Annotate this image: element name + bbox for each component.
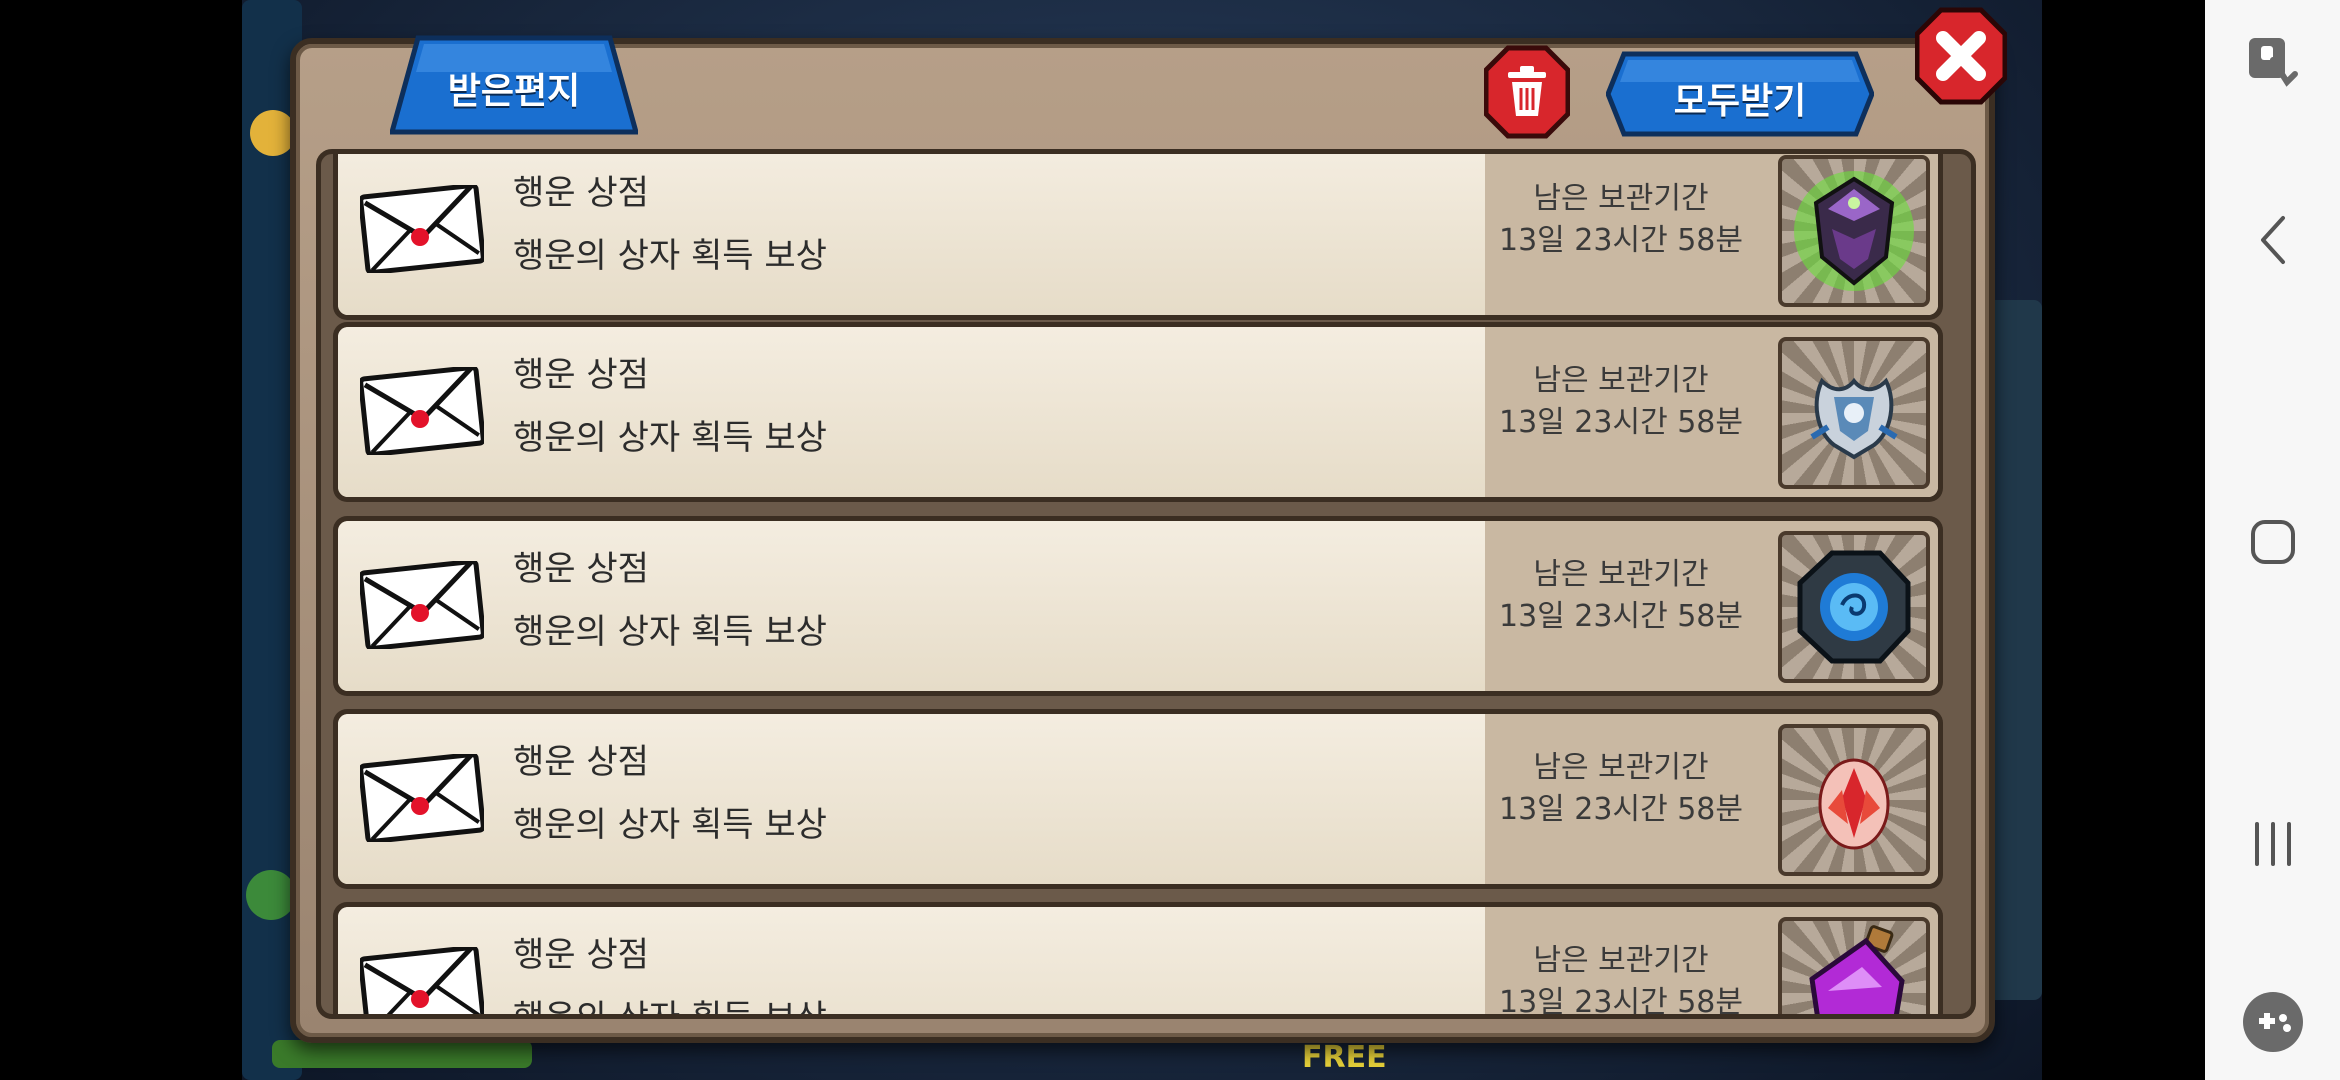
reward-slot[interactable] xyxy=(1778,917,1930,1014)
receive-all-button[interactable]: 모두받기 xyxy=(1605,50,1875,138)
reward-slot[interactable] xyxy=(1778,155,1930,307)
tab-received-mail[interactable]: 받은편지 xyxy=(388,32,640,136)
mail-row[interactable]: 행운 상점 행운의 상자 획득 보상 남은 보관기간 13일 23시간 58분 xyxy=(333,154,1943,320)
system-navigation-bar xyxy=(2205,0,2340,1080)
game-tools-button[interactable] xyxy=(2205,962,2340,1080)
delete-button[interactable] xyxy=(1483,44,1571,140)
keep-period-time: 13일 23시간 58분 xyxy=(1499,223,1743,258)
mail-card: 행운 상점 행운의 상자 획득 보상 남은 보관기간 13일 23시간 58분 xyxy=(338,154,1938,315)
mail-list[interactable]: 행운 상점 행운의 상자 획득 보상 남은 보관기간 13일 23시간 58분 xyxy=(333,154,1958,1019)
keep-period-time: 13일 23시간 58분 xyxy=(1499,599,1743,634)
envelope-icon xyxy=(360,561,484,649)
recents-button[interactable] xyxy=(2205,784,2340,904)
mail-description: 행운의 상자 획득 보상 xyxy=(513,805,827,845)
mail-main: 행운 상점 행운의 상자 획득 보상 xyxy=(338,327,1485,497)
close-button[interactable] xyxy=(1914,6,2008,106)
reward-slot[interactable] xyxy=(1778,724,1930,876)
keep-period-label: 남은 보관기간 xyxy=(1533,943,1709,978)
mail-side: 남은 보관기간 13일 23시간 58분 xyxy=(1485,154,1938,315)
mail-side: 남은 보관기간 13일 23시간 58분 xyxy=(1485,521,1938,691)
envelope-icon xyxy=(360,367,484,455)
screen: FREE 받은편지 행운 상점 행운의 상자 획득 보상 남은 보관기간 13일… xyxy=(0,0,2340,1080)
mail-side: 남은 보관기간 13일 23시간 58분 xyxy=(1485,327,1938,497)
envelope-icon xyxy=(360,947,484,1014)
keep-period-time: 13일 23시간 58분 xyxy=(1499,792,1743,827)
keep-period-label: 남은 보관기간 xyxy=(1533,363,1709,398)
mail-description: 행운의 상자 획득 보상 xyxy=(513,998,827,1019)
mail-side: 남은 보관기간 13일 23시간 58분 xyxy=(1485,907,1938,1019)
mail-main: 행운 상점 행운의 상자 획득 보상 xyxy=(338,154,1485,315)
free-label: FREE xyxy=(1302,1040,1387,1075)
mail-title: 행운 상점 xyxy=(513,742,649,782)
mail-card: 행운 상점 행운의 상자 획득 보상 남은 보관기간 13일 23시간 58분 xyxy=(338,521,1938,691)
mail-row[interactable]: 행운 상점 행운의 상자 획득 보상 남은 보관기간 13일 23시간 58분 xyxy=(333,902,1943,1019)
red-egg-icon xyxy=(1818,758,1890,850)
mailbox-panel: 받은편지 행운 상점 행운의 상자 획득 보상 남은 보관기간 13일 23시간… xyxy=(290,35,1995,1043)
level-badge xyxy=(246,870,296,920)
mail-title: 행운 상점 xyxy=(513,173,649,213)
keep-period-label: 남은 보관기간 xyxy=(1533,750,1709,785)
back-button[interactable] xyxy=(2205,180,2340,300)
envelope-icon xyxy=(360,754,484,842)
mail-row[interactable]: 행운 상점 행운의 상자 획득 보상 남은 보관기간 13일 23시간 58분 xyxy=(333,322,1943,502)
mail-main: 행운 상점 행운의 상자 획득 보상 xyxy=(338,907,1485,1019)
mail-card: 행운 상점 행운의 상자 획득 보상 남은 보관기간 13일 23시간 58분 xyxy=(338,327,1938,497)
mail-row[interactable]: 행운 상점 행운의 상자 획득 보상 남은 보관기간 13일 23시간 58분 xyxy=(333,709,1943,889)
back-icon xyxy=(2260,216,2285,264)
mail-card: 행운 상점 행운의 상자 획득 보상 남은 보관기간 13일 23시간 58분 xyxy=(338,907,1938,1019)
mail-row[interactable]: 행운 상점 행운의 상자 획득 보상 남은 보관기간 13일 23시간 58분 xyxy=(333,516,1943,696)
mail-description: 행운의 상자 획득 보상 xyxy=(513,236,827,276)
mail-list-frame: 행운 상점 행운의 상자 획득 보상 남은 보관기간 13일 23시간 58분 xyxy=(316,149,1976,1019)
touch-lock-button[interactable] xyxy=(2205,0,2340,120)
keep-period-time: 13일 23시간 58분 xyxy=(1499,405,1743,440)
keep-period-label: 남은 보관기간 xyxy=(1533,557,1709,592)
recents-icon xyxy=(2254,822,2291,866)
home-icon xyxy=(2250,520,2295,564)
purple-potion-icon xyxy=(1809,925,1905,1014)
game-controller-icon xyxy=(2242,992,2303,1052)
mail-title: 행운 상점 xyxy=(513,355,649,395)
reward-slot[interactable] xyxy=(1778,337,1930,489)
mail-title: 행운 상점 xyxy=(513,935,649,975)
reward-slot[interactable] xyxy=(1778,531,1930,683)
mail-title: 행운 상점 xyxy=(513,549,649,589)
mail-card: 행운 상점 행운의 상자 획득 보상 남은 보관기간 13일 23시간 58분 xyxy=(338,714,1938,884)
touch-lock-icon xyxy=(2248,38,2298,87)
mail-main: 행운 상점 행운의 상자 획득 보상 xyxy=(338,714,1485,884)
mail-description: 행운의 상자 획득 보상 xyxy=(513,418,827,458)
envelope-icon xyxy=(360,185,484,273)
mail-side: 남은 보관기간 13일 23시간 58분 xyxy=(1485,714,1938,884)
blue-orb-stone-icon xyxy=(1797,550,1911,664)
home-button[interactable] xyxy=(2205,482,2340,602)
keep-period-time: 13일 23시간 58분 xyxy=(1499,985,1743,1019)
receive-all-label: 모두받기 xyxy=(1673,81,1807,122)
keep-period-label: 남은 보관기간 xyxy=(1533,181,1709,216)
dark-helmet-icon xyxy=(1794,171,1914,291)
mail-main: 행운 상점 행운의 상자 획득 보상 xyxy=(338,521,1485,691)
silver-crest-icon xyxy=(1810,377,1898,460)
mail-description: 행운의 상자 획득 보상 xyxy=(513,612,827,652)
tab-label: 받은편지 xyxy=(447,71,581,112)
